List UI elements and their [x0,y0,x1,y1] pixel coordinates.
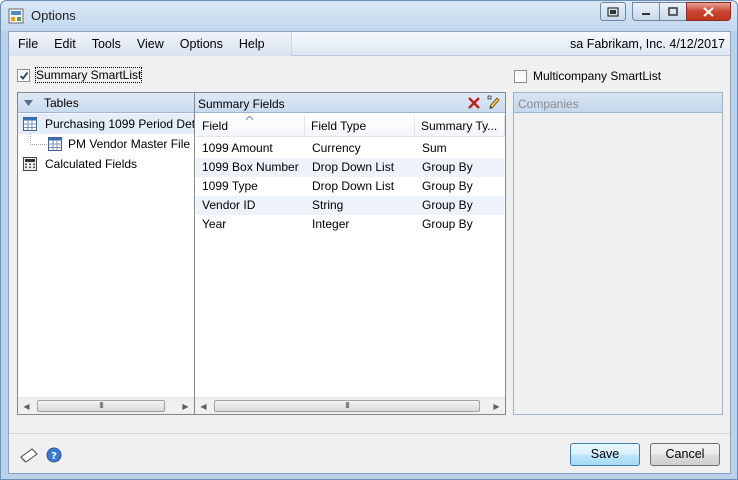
cell-field-type: Drop Down List [312,179,395,193]
menu-tools[interactable]: Tools [84,32,129,56]
sort-arrow-icon [24,100,33,106]
table-row[interactable]: Vendor ID String Group By [196,196,504,215]
sort-ascending-icon [246,116,253,120]
minimize-icon [642,12,650,15]
column-header-label: Field [202,119,229,133]
scroll-thumb[interactable]: III [214,400,480,412]
menu-items: File Edit Tools View Options Help [9,32,292,56]
restore-window-button[interactable] [600,2,626,21]
restore-icon [607,6,619,17]
cell-field: 1099 Amount [202,141,273,155]
companies-header-label: Companies [518,97,579,111]
options-window: Options File Edit Tools View Options Hel… [0,0,738,480]
table-icon [48,137,62,151]
cell-summary-type: Group By [422,160,473,174]
companies-panel: Companies [513,92,723,415]
edit-pencil-icon[interactable] [487,95,501,110]
menu-file[interactable]: File [9,32,46,56]
title-bar[interactable]: Options [1,1,737,31]
menu-bar: File Edit Tools View Options Help sa Fab… [9,32,730,56]
summary-fields-panel: Summary Fields Field Field Type Summary … [194,92,506,415]
note-icon[interactable] [19,446,39,464]
tree-item-pm-vendor-master[interactable]: PM Vendor Master File [18,134,194,154]
summary-fields-header-label: Summary Fields [198,97,285,111]
table-row[interactable]: Year Integer Group By [196,215,504,234]
companies-header: Companies [514,93,722,113]
maximize-button[interactable] [659,2,686,21]
table-icon [23,117,37,131]
tables-header-label: Tables [44,96,79,110]
tables-hscrollbar[interactable]: ◀ III ▶ [18,397,194,414]
summary-fields-header: Summary Fields [195,93,505,113]
tables-panel: Tables Purchasing 1099 Period Deta PM Ve… [17,92,195,415]
scroll-right-icon[interactable]: ▶ [488,398,505,415]
window-title: Options [31,8,76,23]
calculator-icon [23,157,37,171]
delete-icon[interactable] [467,96,481,110]
app-icon [8,8,24,24]
dialog-client-area: File Edit Tools View Options Help sa Fab… [8,31,731,474]
scroll-left-icon[interactable]: ◀ [18,398,35,415]
cell-field: Vendor ID [202,198,256,212]
footer-separator [9,433,730,434]
cell-field: 1099 Box Number [202,160,299,174]
tree-item-label: PM Vendor Master File [68,137,191,151]
tree-item-calculated-fields[interactable]: Calculated Fields [18,154,194,174]
svg-text:?: ? [51,451,57,462]
scroll-left-icon[interactable]: ◀ [195,398,212,415]
summary-fields-hscrollbar[interactable]: ◀ III ▶ [195,397,505,414]
summary-smartlist-label[interactable]: Summary SmartList [34,67,143,83]
cell-field-type: Integer [312,217,350,231]
column-header-summary-type[interactable]: Summary Ty... [415,115,505,137]
tree-item-label: Purchasing 1099 Period Deta [45,117,194,131]
cell-field-type: Drop Down List [312,160,395,174]
summary-smartlist-checkbox[interactable] [17,69,30,82]
table-row[interactable]: 1099 Type Drop Down List Group By [196,177,504,196]
maximize-icon [668,7,678,16]
cell-field-type: Currency [312,141,361,155]
cell-field-type: String [312,198,344,212]
tree-item-label: Calculated Fields [45,157,138,171]
user-company-date: sa Fabrikam, Inc. 4/12/2017 [570,37,725,51]
cell-summary-type: Group By [422,179,473,193]
cell-field: Year [202,217,227,231]
menu-view[interactable]: View [129,32,172,56]
cell-summary-type: Sum [422,141,447,155]
minimize-button[interactable] [632,2,659,21]
checkmark-icon [19,71,29,80]
column-header-field-type[interactable]: Field Type [305,115,415,137]
menu-options[interactable]: Options [172,32,231,56]
caption-buttons [600,2,731,22]
tree-connector-icon [30,134,48,145]
multicompany-smartlist-label[interactable]: Multicompany SmartList [533,69,661,83]
table-row[interactable]: 1099 Amount Currency Sum [196,139,504,158]
column-header-field[interactable]: Field [196,115,305,137]
menu-help[interactable]: Help [231,32,273,56]
cell-field: 1099 Type [202,179,258,193]
cell-summary-type: Group By [422,198,473,212]
menu-edit[interactable]: Edit [46,32,84,56]
table-row[interactable]: 1099 Box Number Drop Down List Group By [196,158,504,177]
scroll-thumb[interactable]: III [37,400,165,412]
cancel-button[interactable]: Cancel [650,443,720,466]
cell-summary-type: Group By [422,217,473,231]
tree-item-purchasing-1099[interactable]: Purchasing 1099 Period Deta [18,114,194,134]
close-icon [703,6,714,17]
multicompany-smartlist-checkbox[interactable] [514,70,527,83]
tables-header[interactable]: Tables [18,93,194,113]
scroll-right-icon[interactable]: ▶ [177,398,194,415]
save-button[interactable]: Save [570,443,640,466]
column-header-label: Summary Ty... [421,119,498,133]
column-header-label: Field Type [311,119,367,133]
help-icon[interactable]: ? [46,447,62,463]
close-button[interactable] [686,2,731,21]
